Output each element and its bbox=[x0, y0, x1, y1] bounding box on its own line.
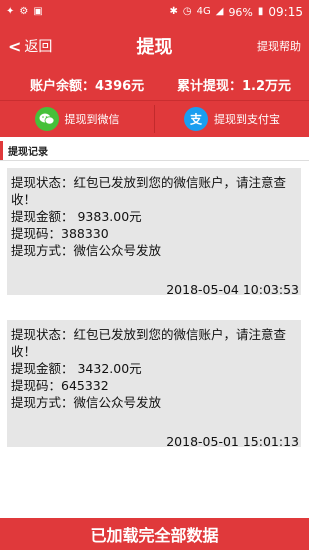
alarm-icon: ◷ bbox=[182, 6, 192, 17]
record-status: 提现状态：红包已发放到您的微信账户，请注意查收！ bbox=[11, 175, 287, 207]
signal-icon: ◢ bbox=[215, 6, 224, 17]
clock: 09:15 bbox=[268, 5, 303, 19]
withdraw-record: 提现状态：红包已发放到您的微信账户，请注意查收！ 提现金额： 3432.00元 … bbox=[7, 320, 301, 449]
chevron-left-icon: < bbox=[8, 36, 22, 56]
record-amount: 提现金额： 9383.00元 bbox=[11, 209, 142, 224]
withdraw-wechat-button[interactable]: 提现到微信 bbox=[0, 107, 154, 131]
section-divider bbox=[0, 160, 309, 161]
record-amount: 提现金额： 3432.00元 bbox=[11, 361, 142, 376]
record-method: 提现方式：微信公众号发放 bbox=[11, 243, 162, 258]
record-code: 提现码：388330 bbox=[11, 226, 109, 241]
withdraw-record: 提现状态：红包已发放到您的微信账户，请注意查收！ 提现金额： 9383.00元 … bbox=[7, 168, 301, 297]
battery-percent: 96% bbox=[228, 5, 253, 19]
load-complete-bar: 已加载完全部数据 bbox=[0, 518, 309, 550]
section-title: 提现记录 bbox=[0, 141, 309, 160]
total-withdrawn: 累计提现：1.2万元 bbox=[176, 78, 291, 94]
app-notification-icon: ✦ bbox=[6, 6, 15, 17]
network-type-label: 4G bbox=[196, 6, 211, 17]
alipay-icon: 支 bbox=[184, 107, 208, 131]
record-status: 提现状态：红包已发放到您的微信账户，请注意查收！ bbox=[11, 327, 287, 359]
record-date: 2018-05-04 10:03:53 bbox=[166, 282, 299, 297]
withdraw-alipay-button[interactable]: 支 提现到支付宝 bbox=[155, 107, 309, 131]
bluetooth-icon: ✱ bbox=[169, 6, 178, 17]
balance-summary: 账户余额：4396元 累计提现：1.2万元 bbox=[0, 68, 309, 100]
withdraw-actions: 提现到微信 支 提现到支付宝 bbox=[0, 101, 309, 137]
back-button[interactable]: < 返回 bbox=[8, 36, 52, 56]
battery-icon: ▮ bbox=[257, 6, 264, 17]
alipay-label: 提现到支付宝 bbox=[214, 113, 280, 126]
account-balance: 账户余额：4396元 bbox=[30, 78, 145, 94]
svg-text:支: 支 bbox=[189, 112, 203, 127]
wechat-label: 提现到微信 bbox=[64, 113, 120, 126]
status-bar: ✦ ⚙ ▣ ✱ ◷ 4G ◢ 96% ▮ 09:15 bbox=[0, 0, 309, 24]
record-code: 提现码：645332 bbox=[11, 378, 109, 393]
settings-notification-icon: ⚙ bbox=[19, 6, 29, 17]
nav-header: < 返回 提现 提现帮助 bbox=[0, 24, 309, 68]
wechat-icon bbox=[34, 107, 59, 131]
image-notification-icon: ▣ bbox=[33, 6, 43, 17]
record-date: 2018-05-01 15:01:13 bbox=[166, 434, 299, 449]
record-method: 提现方式：微信公众号发放 bbox=[11, 395, 162, 410]
help-button[interactable]: 提现帮助 bbox=[257, 38, 301, 54]
back-label: 返回 bbox=[24, 39, 53, 55]
